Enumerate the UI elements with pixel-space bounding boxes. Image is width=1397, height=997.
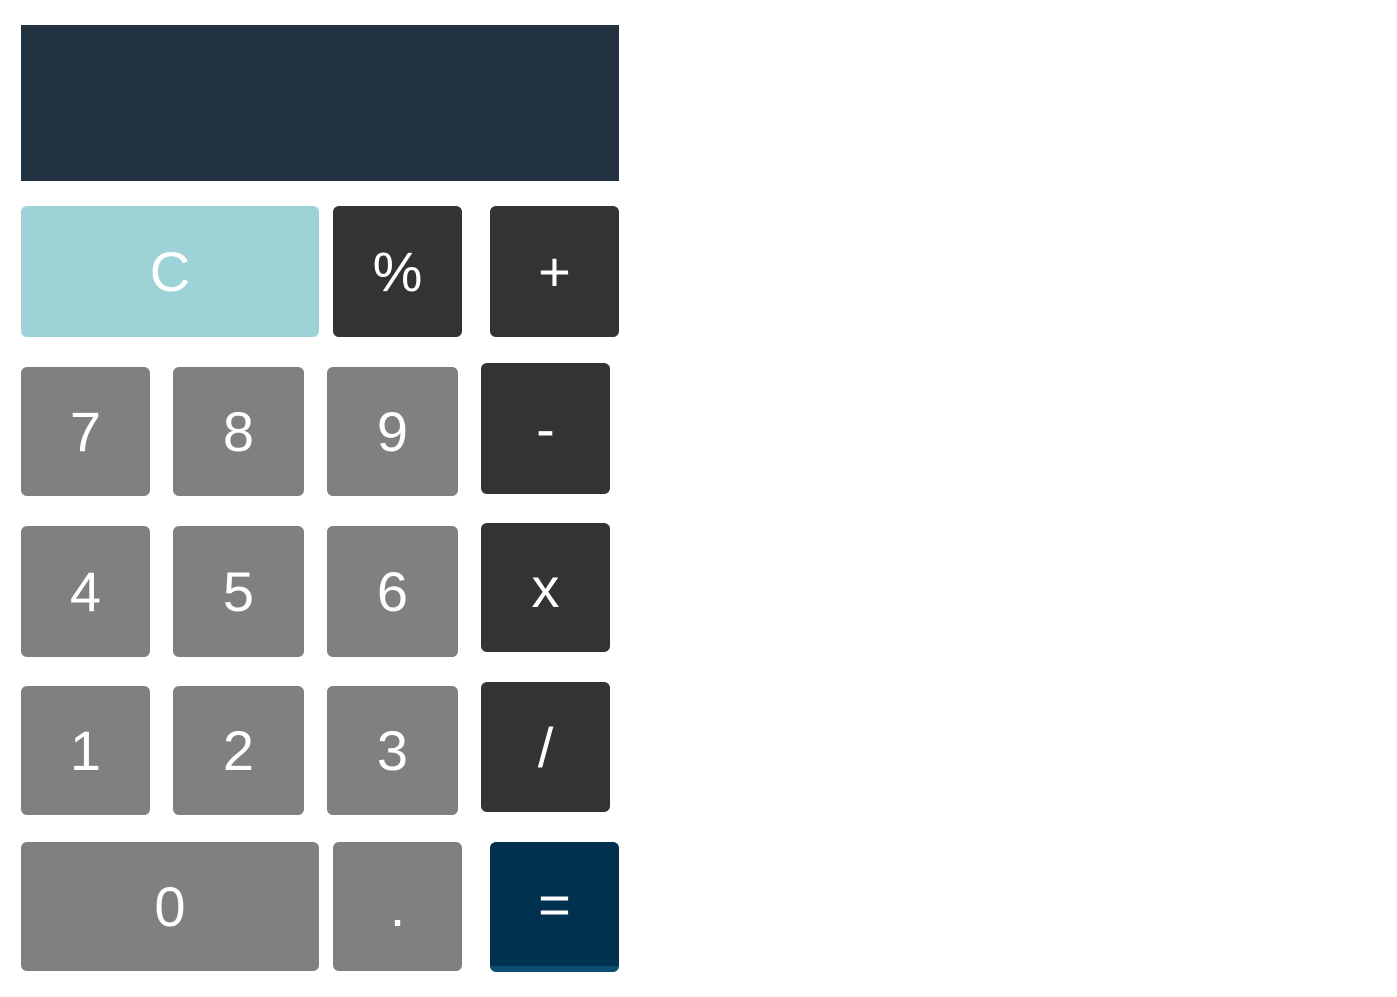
percent-button[interactable]: % <box>333 206 462 337</box>
clear-button-label: C <box>149 240 191 303</box>
multiply-button[interactable]: x <box>481 523 610 652</box>
percent-button-label: % <box>372 240 423 303</box>
digit-5-label: 5 <box>222 560 255 623</box>
clear-button[interactable]: C <box>21 206 319 337</box>
digit-3-label: 3 <box>376 719 409 782</box>
calculator: C % + 7 8 9 - 4 5 6 x 1 2 3 / 0 . = <box>0 0 640 997</box>
minus-button[interactable]: - <box>481 363 610 494</box>
decimal-button[interactable]: . <box>333 842 462 971</box>
digit-1-label: 1 <box>69 719 102 782</box>
digit-4-button[interactable]: 4 <box>21 526 150 657</box>
digit-9-button[interactable]: 9 <box>327 367 458 496</box>
digit-8-label: 8 <box>222 400 255 463</box>
digit-7-button[interactable]: 7 <box>21 367 150 496</box>
decimal-button-label: . <box>389 875 406 938</box>
equals-button-label: = <box>538 872 571 936</box>
digit-3-button[interactable]: 3 <box>327 686 458 815</box>
plus-button-label: + <box>538 240 571 303</box>
digit-7-label: 7 <box>69 400 102 463</box>
digit-0-button[interactable]: 0 <box>21 842 319 971</box>
digit-2-label: 2 <box>222 719 255 782</box>
equals-button[interactable]: = <box>490 842 619 972</box>
digit-4-label: 4 <box>69 560 102 623</box>
plus-button[interactable]: + <box>490 206 619 337</box>
digit-8-button[interactable]: 8 <box>173 367 304 496</box>
digit-9-label: 9 <box>376 400 409 463</box>
divide-button[interactable]: / <box>481 682 610 812</box>
digit-0-label: 0 <box>154 875 186 938</box>
minus-button-label: - <box>536 397 555 460</box>
digit-6-button[interactable]: 6 <box>327 526 458 657</box>
digit-1-button[interactable]: 1 <box>21 686 150 815</box>
multiply-button-label: x <box>531 556 560 619</box>
divide-button-label: / <box>537 715 554 779</box>
calculator-display <box>21 25 619 181</box>
digit-6-label: 6 <box>376 560 409 623</box>
digit-5-button[interactable]: 5 <box>173 526 304 657</box>
digit-2-button[interactable]: 2 <box>173 686 304 815</box>
